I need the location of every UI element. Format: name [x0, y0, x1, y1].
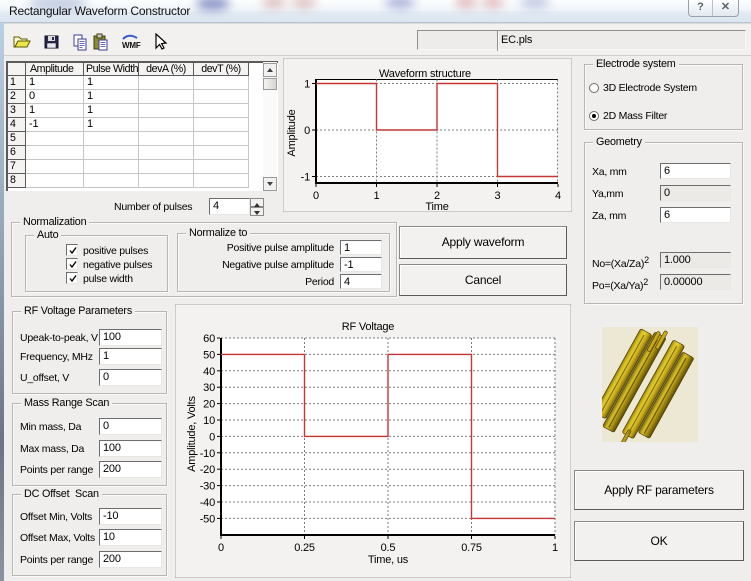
svg-text:Waveform structure: Waveform structure: [379, 68, 471, 80]
svg-text:20: 20: [203, 399, 215, 411]
svg-text:-50: -50: [200, 513, 215, 525]
svg-text:30: 30: [203, 382, 215, 394]
svg-text:0.5: 0.5: [381, 542, 396, 554]
svg-text:Amplitude, Volts: Amplitude, Volts: [186, 395, 198, 471]
svg-text:10: 10: [203, 415, 215, 427]
svg-text:Time: Time: [425, 201, 448, 212]
svg-text:0: 0: [209, 431, 215, 443]
svg-text:-10: -10: [200, 448, 215, 460]
svg-text:-20: -20: [200, 464, 215, 476]
svg-text:-30: -30: [200, 481, 215, 493]
svg-text:60: 60: [203, 333, 215, 345]
svg-text:0: 0: [218, 542, 224, 554]
svg-text:RF Voltage: RF Voltage: [342, 321, 395, 333]
svg-text:Amplitude: Amplitude: [286, 109, 298, 156]
svg-text:WMF: WMF: [122, 41, 141, 50]
svg-text:50: 50: [203, 349, 215, 361]
svg-text:1: 1: [374, 190, 380, 202]
svg-text:-1: -1: [301, 172, 310, 184]
svg-text:0: 0: [313, 190, 319, 202]
svg-text:Time, us: Time, us: [368, 554, 409, 566]
svg-text:1: 1: [304, 79, 310, 91]
svg-text:-40: -40: [200, 497, 215, 509]
svg-text:40: 40: [203, 366, 215, 378]
svg-text:3: 3: [495, 190, 501, 202]
svg-text:4: 4: [555, 190, 561, 202]
svg-text:0: 0: [304, 125, 310, 137]
svg-text:0.25: 0.25: [294, 542, 315, 554]
svg-text:1: 1: [552, 542, 558, 554]
svg-text:0.75: 0.75: [461, 542, 482, 554]
